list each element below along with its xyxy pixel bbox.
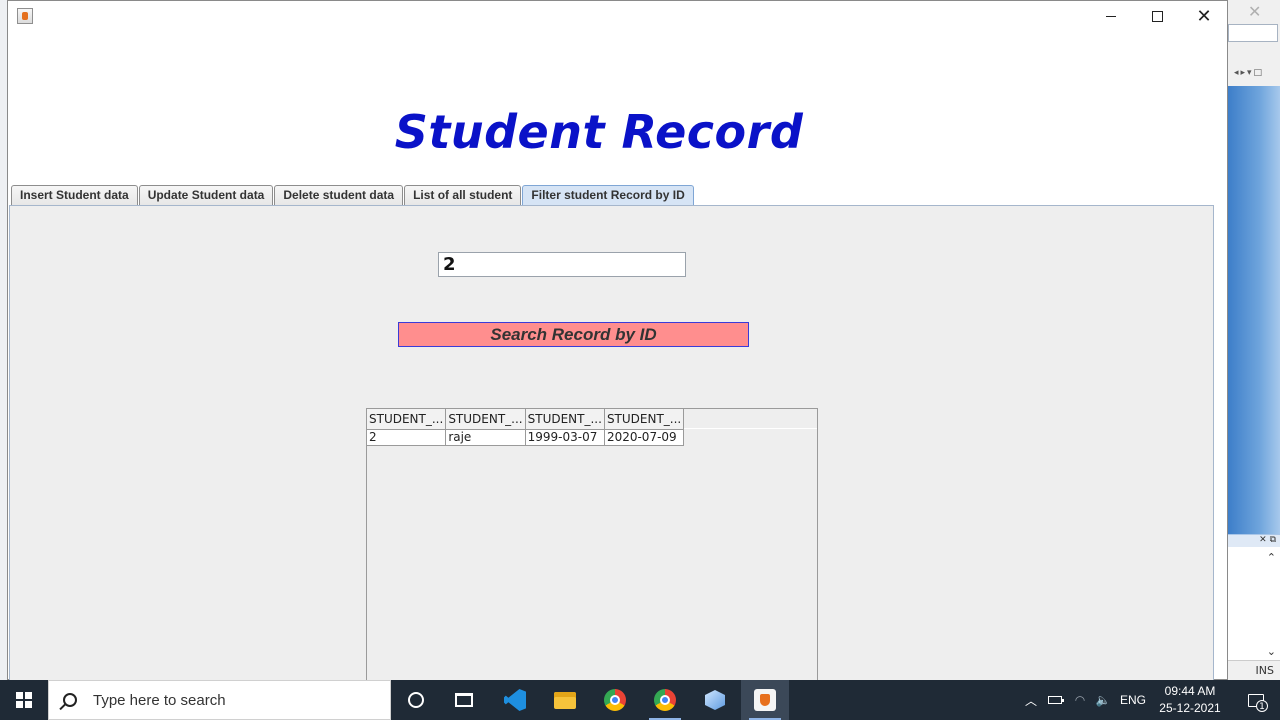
tab-list-of-all-student[interactable]: List of all student — [404, 185, 522, 206]
3d-viewer-taskbar-button[interactable] — [691, 680, 739, 720]
cortana-button[interactable] — [392, 680, 440, 720]
java-icon — [754, 689, 776, 711]
clock-time: 09:44 AM — [1164, 684, 1216, 698]
maximize-button[interactable] — [1134, 1, 1180, 32]
scroll-down-icon: ⌄ — [1266, 645, 1276, 658]
notification-icon: 1 — [1248, 693, 1268, 712]
action-center-button[interactable]: 1 — [1232, 680, 1280, 720]
column-header[interactable]: STUDENT_... — [367, 409, 447, 430]
notification-count: 1 — [1256, 699, 1268, 712]
background-right-panel: ✕ ◂▸▾□ ✕ ⧉ ⌃ ⌄ INS — [1228, 0, 1280, 680]
clock-date: 25-12-2021 — [1159, 701, 1221, 715]
chrome-profile-taskbar-button[interactable] — [641, 680, 689, 720]
search-icon — [63, 693, 77, 707]
task-view-button[interactable] — [440, 680, 488, 720]
battery-indicator[interactable] — [1046, 680, 1064, 720]
chrome-icon — [604, 689, 626, 711]
tab-delete-student-data[interactable]: Delete student data — [274, 185, 404, 206]
tab-bar: Insert Student data Update Student data … — [11, 185, 695, 207]
background-view-controls-icon: ◂▸▾□ — [1234, 68, 1265, 78]
student-record-window: ✕ Student Record Insert Student data Upd… — [7, 0, 1228, 682]
start-button[interactable] — [0, 680, 48, 720]
background-lower-pane: ✕ ⧉ ⌃ ⌄ — [1228, 534, 1280, 660]
filter-tab-panel: 2 Search Record by ID STUDENT_... STUDEN… — [9, 205, 1214, 682]
java-taskbar-button[interactable] — [741, 680, 789, 720]
taskbar-search-box[interactable]: Type here to search — [48, 680, 391, 720]
results-table[interactable]: STUDENT_... STUDENT_... STUDENT_... STUD… — [367, 409, 685, 446]
page-title: Student Record — [394, 105, 804, 159]
column-header[interactable]: STUDENT_... — [445, 409, 526, 430]
background-field — [1228, 24, 1278, 42]
chevron-up-icon: ︿ — [1024, 693, 1037, 708]
clock[interactable]: 09:44 AM 25-12-2021 — [1150, 680, 1230, 720]
title-bar: ✕ — [8, 1, 1227, 32]
scroll-up-icon: ⌃ — [1266, 551, 1276, 564]
close-icon: ✕ — [1196, 5, 1212, 27]
tab-update-student-data[interactable]: Update Student data — [138, 185, 274, 206]
vscode-icon — [504, 689, 526, 711]
table-header-filler — [667, 409, 817, 429]
battery-icon — [1048, 696, 1064, 704]
search-record-by-id-button[interactable]: Search Record by ID — [398, 322, 749, 347]
cortana-icon — [408, 692, 424, 708]
background-close-icon: ✕ — [1248, 2, 1262, 21]
column-header[interactable]: STUDENT_... — [603, 409, 685, 430]
volume-indicator[interactable]: 🔈 — [1094, 680, 1112, 720]
java-app-icon — [17, 8, 33, 24]
insert-mode-status: INS — [1228, 660, 1280, 680]
search-placeholder: Type here to search — [93, 691, 226, 709]
close-button[interactable]: ✕ — [1181, 1, 1227, 32]
table-cell[interactable]: raje — [445, 428, 526, 446]
vscode-taskbar-button[interactable] — [491, 680, 539, 720]
column-header[interactable]: STUDENT_... — [524, 409, 605, 430]
wifi-icon: ◠ — [1074, 693, 1086, 707]
background-blue-panel — [1228, 86, 1280, 534]
cube-icon — [705, 690, 725, 710]
student-id-input[interactable]: 2 — [438, 252, 686, 277]
task-view-icon — [455, 693, 473, 707]
table-cell[interactable]: 2 — [367, 428, 447, 446]
folder-icon — [554, 691, 576, 709]
background-pane-controls-icon: ✕ ⧉ — [1228, 535, 1280, 547]
table-row[interactable]: 2 raje 1999-03-07 2020-07-09 — [367, 428, 685, 446]
maximize-icon — [1151, 11, 1163, 22]
chrome-taskbar-button[interactable] — [591, 680, 639, 720]
tab-insert-student-data[interactable]: Insert Student data — [11, 185, 138, 206]
file-explorer-taskbar-button[interactable] — [541, 680, 589, 720]
minimize-icon — [1106, 16, 1116, 17]
input-language[interactable]: ENG — [1120, 680, 1146, 720]
minimize-button[interactable] — [1088, 1, 1134, 32]
speaker-icon: 🔈 — [1095, 693, 1111, 707]
taskbar: Type here to search ︿ ◠ 🔈 ENG 09:44 AM 2… — [0, 680, 1280, 720]
show-hidden-icons-button[interactable]: ︿ — [1022, 680, 1040, 720]
table-header-row: STUDENT_... STUDENT_... STUDENT_... STUD… — [367, 409, 685, 430]
results-table-scrollpane[interactable]: STUDENT_... STUDENT_... STUDENT_... STUD… — [366, 408, 818, 682]
windows-logo-icon — [16, 692, 32, 708]
tab-filter-student-record-by-id[interactable]: Filter student Record by ID — [522, 185, 694, 207]
chrome-profile-icon — [654, 689, 676, 711]
table-cell[interactable]: 1999-03-07 — [524, 428, 605, 446]
table-cell[interactable]: 2020-07-09 — [603, 428, 685, 446]
network-indicator[interactable]: ◠ — [1071, 680, 1089, 720]
